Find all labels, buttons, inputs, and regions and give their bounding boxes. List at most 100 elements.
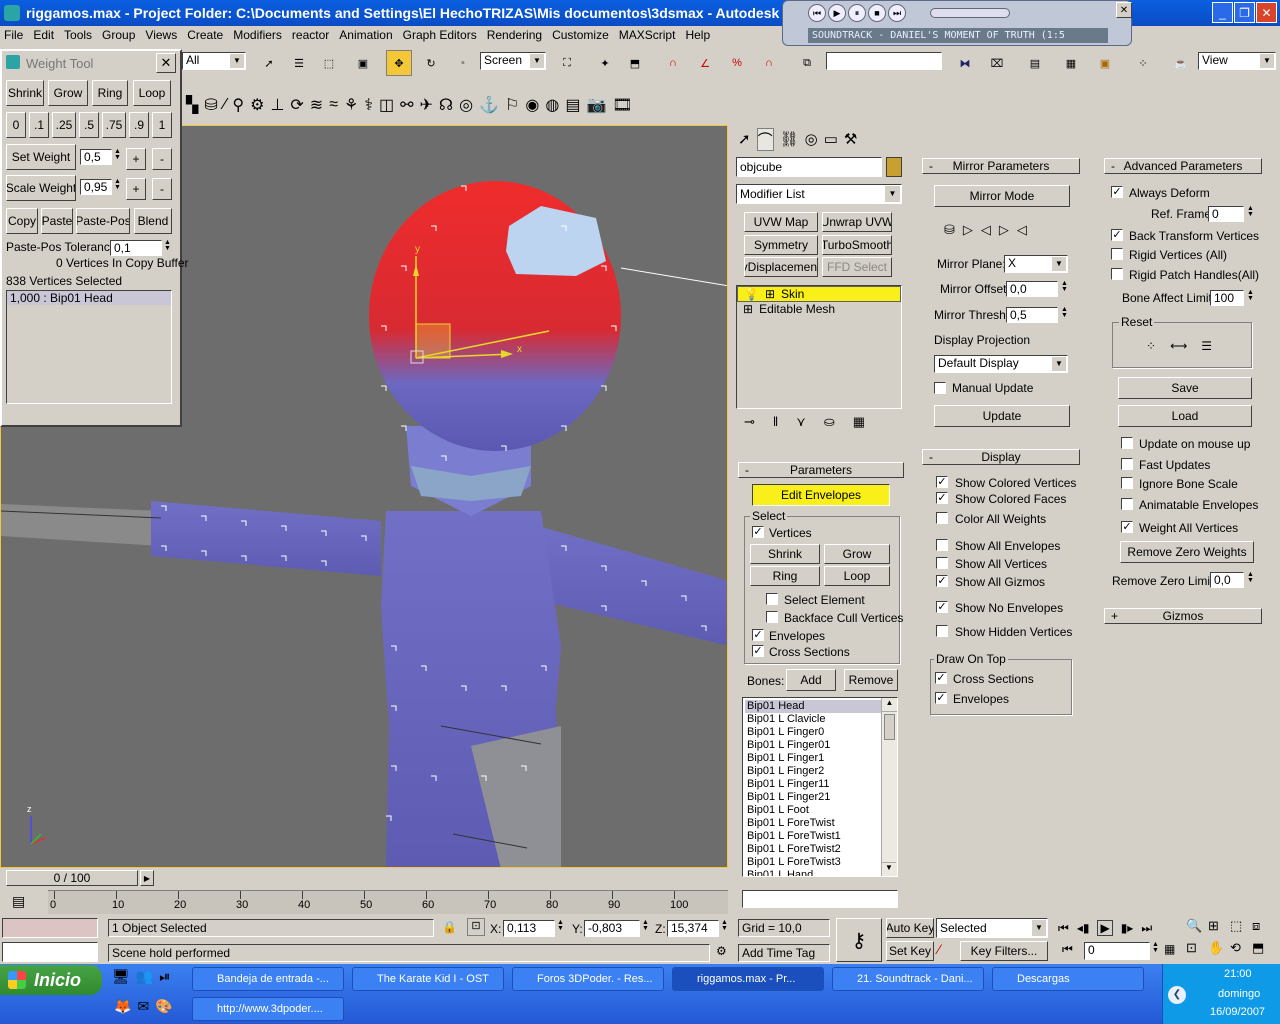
bone-list-item[interactable]: Bip01 L Hand (745, 869, 881, 876)
display-option-checkbox[interactable]: ✓ (936, 476, 948, 488)
thunderbird-icon[interactable]: ✉ (137, 998, 149, 1020)
stop-icon[interactable]: ■ (868, 4, 886, 22)
firefox-icon[interactable]: 🦊 (114, 998, 131, 1020)
go-to-start-icon[interactable]: ⏮ (1058, 921, 1069, 936)
bone-list-item[interactable]: Bip01 L Finger1 (745, 752, 881, 765)
wt-loop-button[interactable]: Loop (133, 80, 171, 106)
wt-tolerance-spinner[interactable]: ▲ ▼ (163, 239, 172, 256)
wt-grow-button[interactable]: Grow (48, 80, 88, 106)
bones-scrollbar[interactable]: ▲ ▼ (881, 698, 897, 876)
menu-animation[interactable]: Animation (339, 26, 392, 44)
create-tab-icon[interactable]: ➚ (738, 130, 751, 148)
grow-button[interactable]: Grow (824, 544, 890, 564)
water-icon[interactable]: ≈ (329, 96, 338, 114)
zoom-icon[interactable]: 🔍 (1186, 918, 1208, 940)
auto-key-button[interactable]: Auto Key (886, 918, 934, 938)
z-coord-spinner[interactable]: ▲ ▼ (720, 919, 729, 937)
wt-copy-button[interactable]: Copy (6, 208, 38, 234)
wt-blend-button[interactable]: Blend (134, 208, 172, 234)
prev-frame-icon[interactable]: ◂▮ (1077, 921, 1090, 935)
displacement-button[interactable]: yDisplacement (744, 257, 818, 277)
pause-icon[interactable]: ⏸ (848, 4, 866, 22)
pin-stack-icon[interactable]: ⊸ (744, 414, 755, 434)
zoom-extents-all-icon[interactable]: ⧈ (1252, 918, 1274, 940)
menu-group[interactable]: Group (102, 26, 135, 44)
mirror-mode-button[interactable]: Mirror Mode (934, 185, 1070, 207)
ignore-scale-checkbox[interactable] (1121, 477, 1133, 489)
expand-icon[interactable]: ⊞ (765, 287, 775, 301)
z-coord-field[interactable]: 15,374 (667, 920, 719, 937)
display-option-checkbox[interactable]: ✓ (936, 492, 948, 504)
lock-selection-icon[interactable]: 🔒 (442, 920, 457, 934)
wt-list-item[interactable]: 1,000 : Bip01 Head (7, 291, 171, 305)
y-coord-field[interactable]: -0,803 (584, 920, 640, 937)
fast-updates-checkbox[interactable] (1121, 458, 1133, 470)
desktop-icon[interactable]: 🖥 (112, 968, 130, 990)
x-coord-spinner[interactable]: ▲ ▼ (556, 919, 565, 937)
bone-limit-field[interactable]: 100 (1210, 290, 1244, 306)
bone-list-item[interactable]: Bip01 L Finger01 (745, 739, 881, 752)
expand-icon[interactable]: ⊞ (743, 302, 753, 318)
time-config-icon[interactable]: ▦ (1164, 942, 1175, 956)
stack-item-editable-mesh[interactable]: ⊞ Editable Mesh (737, 302, 901, 318)
bone-list-item[interactable]: Bip01 Head (745, 700, 881, 713)
wt-set-weight-minus-button[interactable]: - (152, 148, 172, 170)
display-option-checkbox[interactable] (936, 625, 948, 637)
paste-blue-bones-icon[interactable]: ◁ (1017, 222, 1027, 240)
tray-expand-icon[interactable]: ❮ (1168, 986, 1186, 1004)
minimize-button[interactable]: _ (1212, 2, 1233, 23)
bone-list-item[interactable]: Bip01 L Clavicle (745, 713, 881, 726)
update-mouse-checkbox[interactable] (1121, 437, 1133, 449)
bones-list[interactable]: Bip01 Head Bip01 L Clavicle Bip01 L Finger… (742, 697, 898, 877)
cloth-icon[interactable]: ▚ (186, 95, 198, 115)
key-mode-toggle-icon[interactable]: ⏮ (1062, 942, 1073, 957)
reset-bone-icon[interactable]: ⟷ (1170, 339, 1187, 355)
parameters-rollout-header[interactable]: - Parameters (738, 462, 904, 478)
edit-named-sel-icon[interactable]: ⧉ (794, 50, 820, 76)
wind-icon[interactable]: ≋ (310, 95, 323, 115)
modifier-stack[interactable]: 💡 ⊞ Skin ⊞ Editable Mesh (736, 285, 902, 409)
film-icon[interactable]: 🎞 (612, 95, 632, 115)
remove-limit-spinner[interactable]: ▲ ▼ (1246, 571, 1255, 588)
motor-icon[interactable]: ⟳ (290, 95, 303, 115)
menu-reactor[interactable]: reactor (292, 26, 329, 44)
ref-frame-field[interactable]: 0 (1208, 206, 1244, 222)
manual-update-checkbox[interactable] (934, 382, 946, 394)
mirror-thresh-spinner[interactable]: ▲ ▼ (1060, 306, 1069, 323)
absolute-mode-icon[interactable]: ⊡ (467, 918, 485, 936)
task-downloads[interactable]: Descargas (992, 967, 1144, 991)
maxscript-listener-pink[interactable] (2, 918, 98, 938)
deforming-mesh-icon[interactable]: ⚐ (505, 95, 519, 115)
wt-set-weight-field[interactable]: 0,5 (80, 149, 112, 165)
current-frame-field[interactable]: 0 (1084, 942, 1150, 960)
region-select-icon[interactable]: ⬚ (316, 50, 342, 76)
bone-list-item[interactable]: Bip01 L ForeTwist3 (745, 856, 881, 869)
coord-system-dropdown[interactable]: Screen ▼ (480, 52, 546, 70)
start-button[interactable]: Inicio (0, 965, 102, 995)
rigid-patch-checkbox[interactable] (1111, 268, 1123, 280)
task-3dpoder-url[interactable]: http://www.3dpoder.... (192, 997, 344, 1021)
draw-cross-checkbox[interactable]: ✓ (935, 672, 947, 684)
uvw-map-button[interactable]: UVW Map (744, 212, 818, 232)
pivot-icon[interactable]: ⛶ (554, 50, 580, 76)
go-to-end-icon[interactable]: ⏭ (1141, 921, 1152, 936)
bone-limit-spinner[interactable]: ▲ ▼ (1246, 289, 1255, 306)
advanced-rollout-header[interactable]: - Advanced Parameters (1104, 158, 1262, 174)
player-close-button[interactable]: ✕ (1116, 2, 1132, 18)
ref-frame-spinner[interactable]: ▲ ▼ (1246, 205, 1255, 222)
rigid-vertices-checkbox[interactable] (1111, 248, 1123, 260)
remove-bone-button[interactable]: Remove (844, 669, 898, 691)
edit-envelopes-button[interactable]: Edit Envelopes (752, 484, 890, 506)
layer-manager-icon[interactable]: ▤ (1022, 50, 1048, 76)
display-option-checkbox[interactable] (936, 539, 948, 551)
messenger-icon[interactable]: 👥 (136, 968, 153, 990)
schematic-icon[interactable]: ▣ (1092, 50, 1118, 76)
angle-snap-icon[interactable]: ∠ (692, 50, 718, 76)
rope-icon[interactable]: ☊ (439, 95, 453, 115)
render-scene-icon[interactable]: ☕ (1168, 50, 1194, 76)
lightbulb-icon[interactable]: 💡 (744, 287, 759, 301)
window-crossing-icon[interactable]: ▣ (350, 50, 376, 76)
bone-list-item[interactable]: Bip01 L ForeTwist1 (745, 830, 881, 843)
wt-preset-09-button[interactable]: .9 (129, 112, 149, 138)
mirror-plane-dropdown[interactable]: X ▼ (1004, 255, 1068, 273)
